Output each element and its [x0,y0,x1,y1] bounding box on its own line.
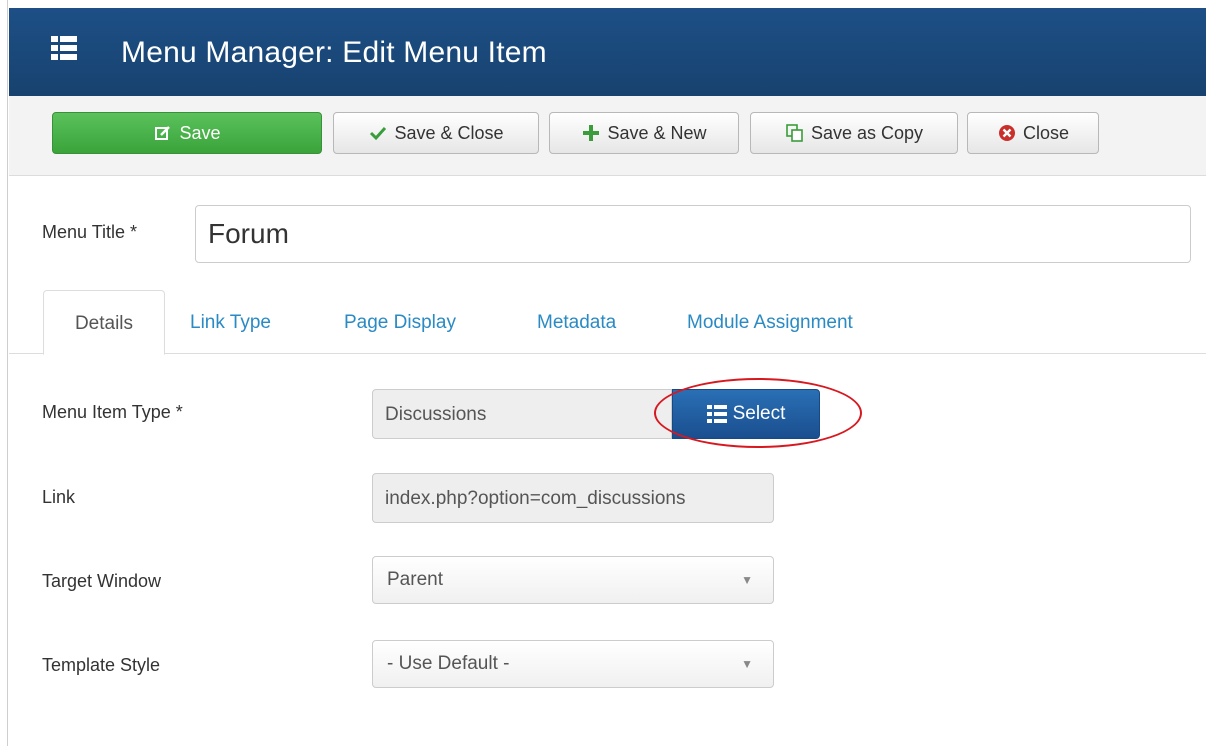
edit-icon [153,123,173,143]
template-style-label: Template Style [42,655,161,675]
list-icon [706,405,727,423]
save-button-label: Save [179,122,221,143]
tab-page-display[interactable]: Page Display [344,290,456,354]
tab-link-type[interactable]: Link Type [190,290,271,354]
link-field: index.php?option=com_discussions [372,473,774,523]
check-icon [368,123,388,143]
target-window-value: Parent [387,569,443,590]
copy-icon [785,123,805,143]
select-button[interactable]: Select [672,389,820,439]
plus-icon [581,123,601,143]
link-label: Link [42,487,76,507]
page-header: Menu Manager: Edit Menu Item [9,0,1206,96]
tab-metadata[interactable]: Metadata [537,290,616,354]
close-label: Close [1022,122,1070,143]
save-copy-label: Save as Copy [810,122,924,143]
save-close-button[interactable]: Save & Close [333,112,539,154]
menu-item-type-field: Discussions [372,389,672,439]
list-icon [51,36,77,60]
close-button[interactable]: Close [967,112,1099,154]
window-left-border [0,0,8,746]
template-style-select[interactable]: - Use Default - ▼ [372,640,774,688]
target-window-select[interactable]: Parent ▼ [372,556,774,604]
save-close-label: Save & Close [394,122,504,143]
caret-down-icon: ▼ [741,657,753,671]
tab-details[interactable]: Details [43,290,165,355]
tab-module-assignment[interactable]: Module Assignment [687,290,853,354]
save-button[interactable]: Save [52,112,322,154]
menu-item-type-label: Menu Item Type * [42,402,183,422]
close-circle-icon [997,123,1017,143]
tab-bar: Details Link Type Page Display Metadata … [9,290,1206,355]
save-copy-button[interactable]: Save as Copy [750,112,958,154]
target-window-label: Target Window [42,571,162,591]
toolbar: Save Save & Close Save & New Save as Cop… [9,96,1206,176]
menu-title-input[interactable] [195,205,1191,263]
caret-down-icon: ▼ [741,573,753,587]
template-style-value: - Use Default - [387,653,510,674]
save-new-label: Save & New [607,122,707,143]
save-new-button[interactable]: Save & New [549,112,739,154]
menu-title-label: Menu Title * [42,222,138,242]
page-title: Menu Manager: Edit Menu Item [121,36,547,69]
select-button-label: Select [732,403,786,424]
